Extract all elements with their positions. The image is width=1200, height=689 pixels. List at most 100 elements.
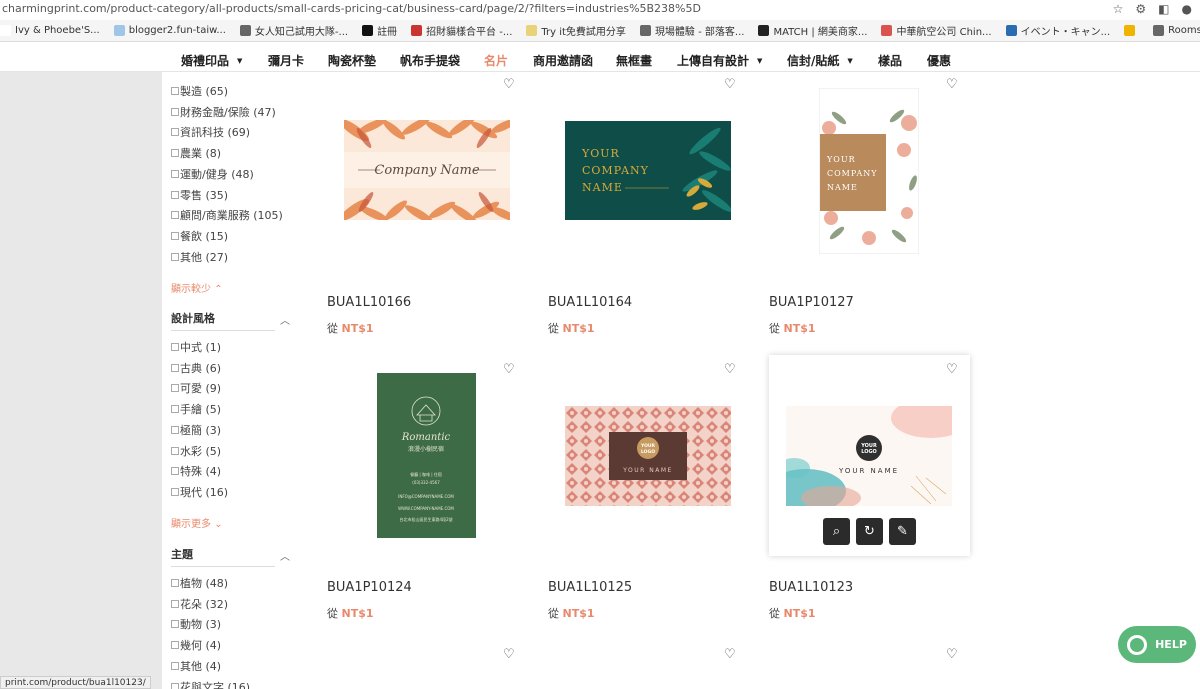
search-button[interactable]: ⌕ <box>823 518 850 545</box>
theme-filter-option[interactable]: 花朵 (32) <box>171 596 228 612</box>
product-code[interactable]: BUA1L10123 <box>769 580 853 595</box>
nav-item-tote-bag[interactable]: 帆布手提袋 <box>400 52 460 69</box>
product-image[interactable]: YOUR COMPANY NAME <box>819 88 919 254</box>
product-code[interactable]: BUA1L10166 <box>327 295 411 310</box>
heart-icon[interactable]: ♡ <box>724 77 736 92</box>
checkbox[interactable] <box>171 641 179 650</box>
checkbox[interactable] <box>171 467 179 476</box>
checkbox[interactable] <box>171 661 179 670</box>
style-filter-option[interactable]: 極簡 (3) <box>171 422 221 438</box>
checkbox[interactable] <box>171 231 179 240</box>
heart-icon[interactable]: ♡ <box>946 77 958 92</box>
checkbox[interactable] <box>171 128 179 137</box>
industry-filter-option[interactable]: 其他 (27) <box>171 249 228 265</box>
checkbox[interactable] <box>171 599 179 608</box>
checkbox[interactable] <box>171 107 179 116</box>
industry-filter-option[interactable]: 製造 (65) <box>171 83 228 99</box>
product-image[interactable]: YOUR LOGO YOUR NAME <box>565 406 731 506</box>
nav-item-upload-design[interactable]: 上傳自有設計 ▼ <box>677 52 762 69</box>
theme-filter-option[interactable]: 花與文字 (16) <box>171 679 250 689</box>
industry-filter-option[interactable]: 餐飲 (15) <box>171 228 228 244</box>
style-filter-option[interactable]: 可愛 (9) <box>171 380 221 396</box>
edit-button[interactable]: ✎ <box>889 518 916 545</box>
show-more-link[interactable]: 顯示更多 ⌄ <box>171 515 223 530</box>
theme-filter-option[interactable]: 其他 (4) <box>171 658 221 674</box>
nav-item-samples[interactable]: 樣品 <box>878 52 902 69</box>
product-image[interactable]: YOUR LOGO YOUR NAME <box>786 406 952 506</box>
nav-item-business-invitation[interactable]: 商用邀請函 <box>533 52 593 69</box>
product-code[interactable]: BUA1P10127 <box>769 295 854 310</box>
checkbox[interactable] <box>171 405 179 414</box>
nav-item-offers[interactable]: 優惠 <box>927 52 951 69</box>
bookmark-item[interactable]: Try it免費試用分享 <box>526 23 626 38</box>
checkbox[interactable] <box>171 149 179 158</box>
nav-item-business-card[interactable]: 名片 <box>484 52 508 69</box>
product-code[interactable]: BUA1L10125 <box>548 580 632 595</box>
style-filter-option[interactable]: 古典 (6) <box>171 360 221 376</box>
theme-filter-option[interactable]: 幾何 (4) <box>171 637 221 653</box>
bookmark-item[interactable] <box>1124 25 1139 36</box>
checkbox[interactable] <box>171 87 179 95</box>
industry-filter-option[interactable]: 顧問/商業服務 (105) <box>171 207 283 223</box>
style-filter-option[interactable]: 手繪 (5) <box>171 401 221 417</box>
checkbox[interactable] <box>171 169 179 178</box>
checkbox[interactable] <box>171 446 179 455</box>
nav-item-baby-card[interactable]: 彌月卡 <box>268 52 304 69</box>
checkbox[interactable] <box>171 384 179 393</box>
industry-filter-option[interactable]: 農業 (8) <box>171 145 221 161</box>
product-image[interactable]: Romantic 浪漫小樹民宿 餐廳 | 咖啡 | 住宿 (03)332-456… <box>377 373 476 538</box>
bookmark-item[interactable]: 註冊 <box>362 23 397 38</box>
heart-icon[interactable]: ♡ <box>724 647 736 662</box>
nav-item-frameless-art[interactable]: 無框畫 <box>616 52 652 69</box>
extension-icon-2[interactable]: ◧ <box>1158 2 1169 16</box>
heart-icon[interactable]: ♡ <box>503 77 515 92</box>
style-filter-option[interactable]: 特殊 (4) <box>171 463 221 479</box>
product-code[interactable]: BUA1L10164 <box>548 295 632 310</box>
help-button[interactable]: HELP <box>1118 626 1196 663</box>
heart-icon[interactable]: ♡ <box>503 647 515 662</box>
chevron-up-icon[interactable]: ︿ <box>280 312 290 327</box>
theme-filter-option[interactable]: 植物 (48) <box>171 575 228 591</box>
industry-filter-option[interactable]: 運動/健身 (48) <box>171 166 254 182</box>
theme-filter-option[interactable]: 動物 (3) <box>171 616 221 632</box>
product-image[interactable]: YOUR COMPANY NAME <box>565 121 731 220</box>
bookmark-item[interactable]: MATCH | 網美商家... <box>758 23 867 38</box>
product-image[interactable]: Company Name <box>344 120 510 220</box>
checkbox[interactable] <box>171 363 179 372</box>
nav-item-envelope-sticker[interactable]: 信封/貼紙 ▼ <box>787 52 853 69</box>
checkbox[interactable] <box>171 190 179 199</box>
checkbox[interactable] <box>171 487 179 496</box>
checkbox[interactable] <box>171 343 179 351</box>
bookmark-item[interactable]: Ivy & Phoebe'S... <box>0 25 100 36</box>
bookmark-item[interactable]: 招財貓樣合平台 -... <box>411 23 512 38</box>
industry-filter-option[interactable]: 財務金融/保險 (47) <box>171 104 276 120</box>
checkbox[interactable] <box>171 579 179 587</box>
nav-item-wedding[interactable]: 婚禮印品 ▼ <box>181 52 242 69</box>
bookmark-item[interactable]: 女人知己試用大隊-... <box>239 23 348 38</box>
bookmark-item[interactable]: Rooms | Red Roof... <box>1153 25 1200 36</box>
address-bar[interactable]: charmingprint.com/product-category/all-p… <box>0 0 1200 18</box>
checkbox[interactable] <box>171 620 179 629</box>
checkbox[interactable] <box>171 211 179 220</box>
checkbox[interactable] <box>171 425 179 434</box>
flip-button[interactable]: ↻ <box>856 518 883 545</box>
nav-item-coaster[interactable]: 陶瓷杯墊 <box>328 52 376 69</box>
extension-icon[interactable]: ⚙ <box>1135 2 1146 16</box>
extension-icon-3[interactable]: ● <box>1182 2 1192 16</box>
checkbox[interactable] <box>171 682 179 689</box>
checkbox[interactable] <box>171 252 179 261</box>
heart-icon[interactable]: ♡ <box>503 362 515 377</box>
style-filter-option[interactable]: 水彩 (5) <box>171 443 221 459</box>
style-filter-option[interactable]: 中式 (1) <box>171 339 221 355</box>
product-code[interactable]: BUA1P10124 <box>327 580 412 595</box>
industry-filter-option[interactable]: 零售 (35) <box>171 187 228 203</box>
heart-icon[interactable]: ♡ <box>946 647 958 662</box>
chevron-up-icon[interactable]: ︿ <box>280 548 290 563</box>
show-less-link[interactable]: 顯示較少 ⌃ <box>171 280 223 295</box>
heart-icon[interactable]: ♡ <box>724 362 736 377</box>
industry-filter-option[interactable]: 資訊科技 (69) <box>171 124 250 140</box>
style-filter-option[interactable]: 現代 (16) <box>171 484 228 500</box>
bookmark-item[interactable]: 中華航空公司 Chin... <box>881 23 992 38</box>
bookmark-item[interactable]: イベント・キャン... <box>1005 23 1110 38</box>
bookmark-item[interactable]: 現場體驗 - 部落客... <box>639 23 744 38</box>
